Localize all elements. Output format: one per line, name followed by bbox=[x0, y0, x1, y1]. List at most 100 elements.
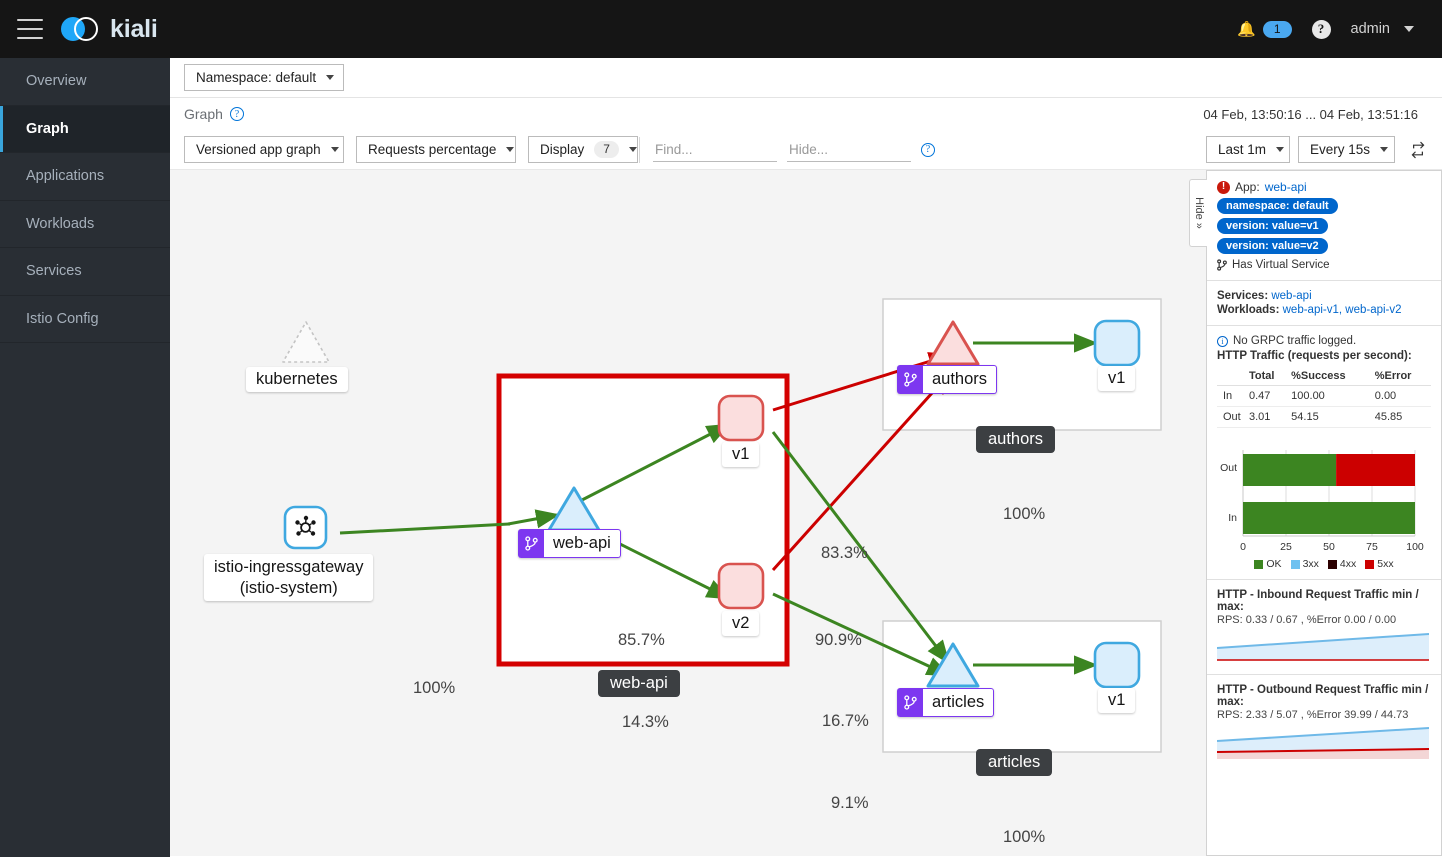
display-count-badge: 7 bbox=[594, 141, 619, 158]
workloads-value-link[interactable]: web-api-v1, web-api-v2 bbox=[1283, 304, 1402, 316]
node-label-web-api-v1[interactable]: v1 bbox=[722, 442, 760, 467]
graph-type-label: Versioned app graph bbox=[196, 142, 321, 157]
sidebar-item-label: Applications bbox=[26, 168, 105, 185]
sidebar-item-services[interactable]: Services bbox=[0, 248, 170, 296]
cell-error: 45.85 bbox=[1372, 406, 1431, 428]
app-title-row: ! App: web-api bbox=[1217, 180, 1431, 194]
workloads-row: Workloads: web-api-v1, web-api-v2 bbox=[1217, 304, 1431, 316]
node-label-authors-v1[interactable]: v1 bbox=[1098, 366, 1136, 391]
node-articles-v1 bbox=[1093, 641, 1141, 689]
legend-label-5xx: 5xx bbox=[1377, 558, 1394, 570]
sidebar-item-workloads[interactable]: Workloads bbox=[0, 201, 170, 248]
outbound-title: HTTP - Outbound Request Traffic min / ma… bbox=[1217, 684, 1429, 708]
sidebar-item-istio-config[interactable]: Istio Config bbox=[0, 296, 170, 343]
node-label-text: web-api bbox=[544, 529, 621, 558]
node-web-api-v1 bbox=[717, 394, 765, 442]
node-label-articles-v1[interactable]: v1 bbox=[1098, 688, 1136, 713]
chevron-down-icon bbox=[628, 147, 637, 152]
col-error: %Error bbox=[1372, 367, 1431, 386]
find-hide-help-icon[interactable]: ? bbox=[921, 142, 935, 157]
duration-label: Last 1m bbox=[1218, 142, 1267, 157]
badge-namespace: namespace: default bbox=[1217, 198, 1338, 214]
cell-dir: In bbox=[1217, 385, 1247, 407]
node-label-web-api-v2[interactable]: v2 bbox=[722, 611, 760, 636]
hamburger-icon[interactable] bbox=[17, 19, 43, 39]
help-button[interactable]: ? bbox=[1302, 19, 1341, 39]
error-circle-icon: ! bbox=[1217, 180, 1230, 194]
chevron-down-icon bbox=[506, 147, 515, 152]
edge-label-articles-v1: 100% bbox=[1003, 828, 1046, 846]
notification-count-badge: 1 bbox=[1262, 20, 1292, 38]
chevron-down-icon bbox=[1380, 147, 1389, 152]
bar-ytick-out: Out bbox=[1220, 462, 1237, 474]
outbound-subtitle: RPS: 2.33 / 5.07 , %Error 39.99 / 44.73 bbox=[1217, 709, 1409, 721]
user-menu[interactable]: admin bbox=[1341, 21, 1425, 37]
code-branch-icon bbox=[1217, 259, 1227, 271]
panel-outbound-sparkline: HTTP - Outbound Request Traffic min / ma… bbox=[1207, 675, 1441, 771]
sidebar-item-applications[interactable]: Applications bbox=[0, 153, 170, 201]
user-name: admin bbox=[1350, 21, 1391, 37]
services-row: Services: web-api bbox=[1217, 290, 1431, 302]
page-title: Graph ? bbox=[184, 106, 244, 122]
display-menu-button[interactable]: Display 7 bbox=[528, 136, 638, 163]
hide-input[interactable] bbox=[787, 137, 911, 162]
refresh-icon[interactable] bbox=[1408, 140, 1428, 160]
find-input[interactable] bbox=[653, 137, 777, 162]
outbound-sparkline-chart bbox=[1216, 727, 1430, 759]
duration-select[interactable]: Last 1m bbox=[1206, 136, 1290, 163]
edge-label-webapi-v1: 85.7% bbox=[618, 631, 665, 649]
bar-xtick-75: 75 bbox=[1366, 541, 1378, 553]
node-label-istio-ingressgateway[interactable]: istio-ingressgateway (istio-system) bbox=[204, 554, 374, 602]
cell-total: 0.47 bbox=[1247, 385, 1290, 407]
sidebar-item-label: Graph bbox=[26, 120, 69, 137]
sidebar-item-overview[interactable]: Overview bbox=[0, 58, 170, 106]
edge-label-authors-v1: 100% bbox=[1003, 505, 1046, 523]
services-label: Services: bbox=[1217, 290, 1269, 302]
time-range-display: 04 Feb, 13:50:16 ... 04 Feb, 13:51:16 bbox=[1203, 106, 1418, 122]
edge-label-ingress-webapi: 100% bbox=[413, 679, 456, 697]
col-total: Total bbox=[1247, 367, 1290, 386]
edge-ingress-webapi-tail bbox=[339, 522, 511, 535]
edge-labels-label: Requests percentage bbox=[368, 142, 497, 157]
sidebar-item-label: Workloads bbox=[26, 215, 95, 232]
box-label-authors[interactable]: authors bbox=[976, 426, 1056, 453]
services-value-link[interactable]: web-api bbox=[1271, 290, 1311, 302]
refresh-interval-select[interactable]: Every 15s bbox=[1298, 136, 1395, 163]
question-circle-icon[interactable]: ? bbox=[229, 107, 244, 121]
graph-canvas[interactable]: kubernetes istio-ingressgateway (istio-s… bbox=[170, 170, 1442, 856]
node-label-text: authors bbox=[923, 365, 998, 394]
code-branch-icon bbox=[518, 529, 544, 558]
toolbar-divider bbox=[639, 136, 640, 163]
main-content: Namespace: default Graph ? 04 Feb, 13:50… bbox=[170, 58, 1442, 857]
cell-error: 0.00 bbox=[1372, 385, 1431, 407]
node-label-articles[interactable]: articles bbox=[897, 688, 995, 717]
panel-http-traffic: i No GRPC traffic logged. HTTP Traffic (… bbox=[1207, 326, 1441, 580]
namespace-selector[interactable]: Namespace: default bbox=[184, 64, 345, 91]
legend-label-4xx: 4xx bbox=[1339, 558, 1357, 570]
inbound-rps-area bbox=[1217, 634, 1429, 660]
notifications-button[interactable]: 🔔 1 bbox=[1227, 20, 1301, 38]
chevron-down-icon bbox=[330, 147, 339, 152]
grpc-note-row: i No GRPC traffic logged. bbox=[1217, 335, 1431, 347]
hide-panel-toggle[interactable]: Hide » bbox=[1189, 179, 1207, 247]
app-name-link[interactable]: web-api bbox=[1265, 180, 1307, 194]
app-badges: namespace: default version: value=v1 ver… bbox=[1217, 198, 1431, 254]
node-label-authors[interactable]: authors bbox=[897, 365, 998, 394]
legend-item-5xx: 5xx bbox=[1365, 558, 1394, 570]
box-label-articles[interactable]: articles bbox=[976, 749, 1053, 776]
legend-swatch-3xx bbox=[1290, 559, 1300, 569]
edge-labels-select[interactable]: Requests percentage bbox=[356, 136, 516, 163]
sidebar-item-graph[interactable]: Graph bbox=[0, 105, 170, 153]
http-traffic-bar-chart: Out In 0 25 50 75 100 bbox=[1220, 450, 1424, 553]
graph-type-select[interactable]: Versioned app graph bbox=[184, 136, 344, 163]
table-row: In 0.47 100.00 0.00 bbox=[1217, 385, 1431, 407]
edge-label-v1-authors: 83.3% bbox=[821, 544, 868, 562]
virtual-service-row: Has Virtual Service bbox=[1217, 259, 1431, 271]
brand-logo[interactable]: kiali bbox=[61, 14, 158, 44]
namespace-selector-label: Namespace: default bbox=[196, 70, 317, 85]
node-label-kubernetes[interactable]: kubernetes bbox=[246, 367, 348, 392]
node-label-web-api[interactable]: web-api bbox=[518, 529, 621, 558]
panel-inbound-sparkline: HTTP - Inbound Request Traffic min / max… bbox=[1207, 580, 1441, 675]
box-label-web-api[interactable]: web-api bbox=[598, 670, 680, 697]
summary-side-panel: Hide » ! App: web-api namespace: default… bbox=[1189, 170, 1442, 856]
